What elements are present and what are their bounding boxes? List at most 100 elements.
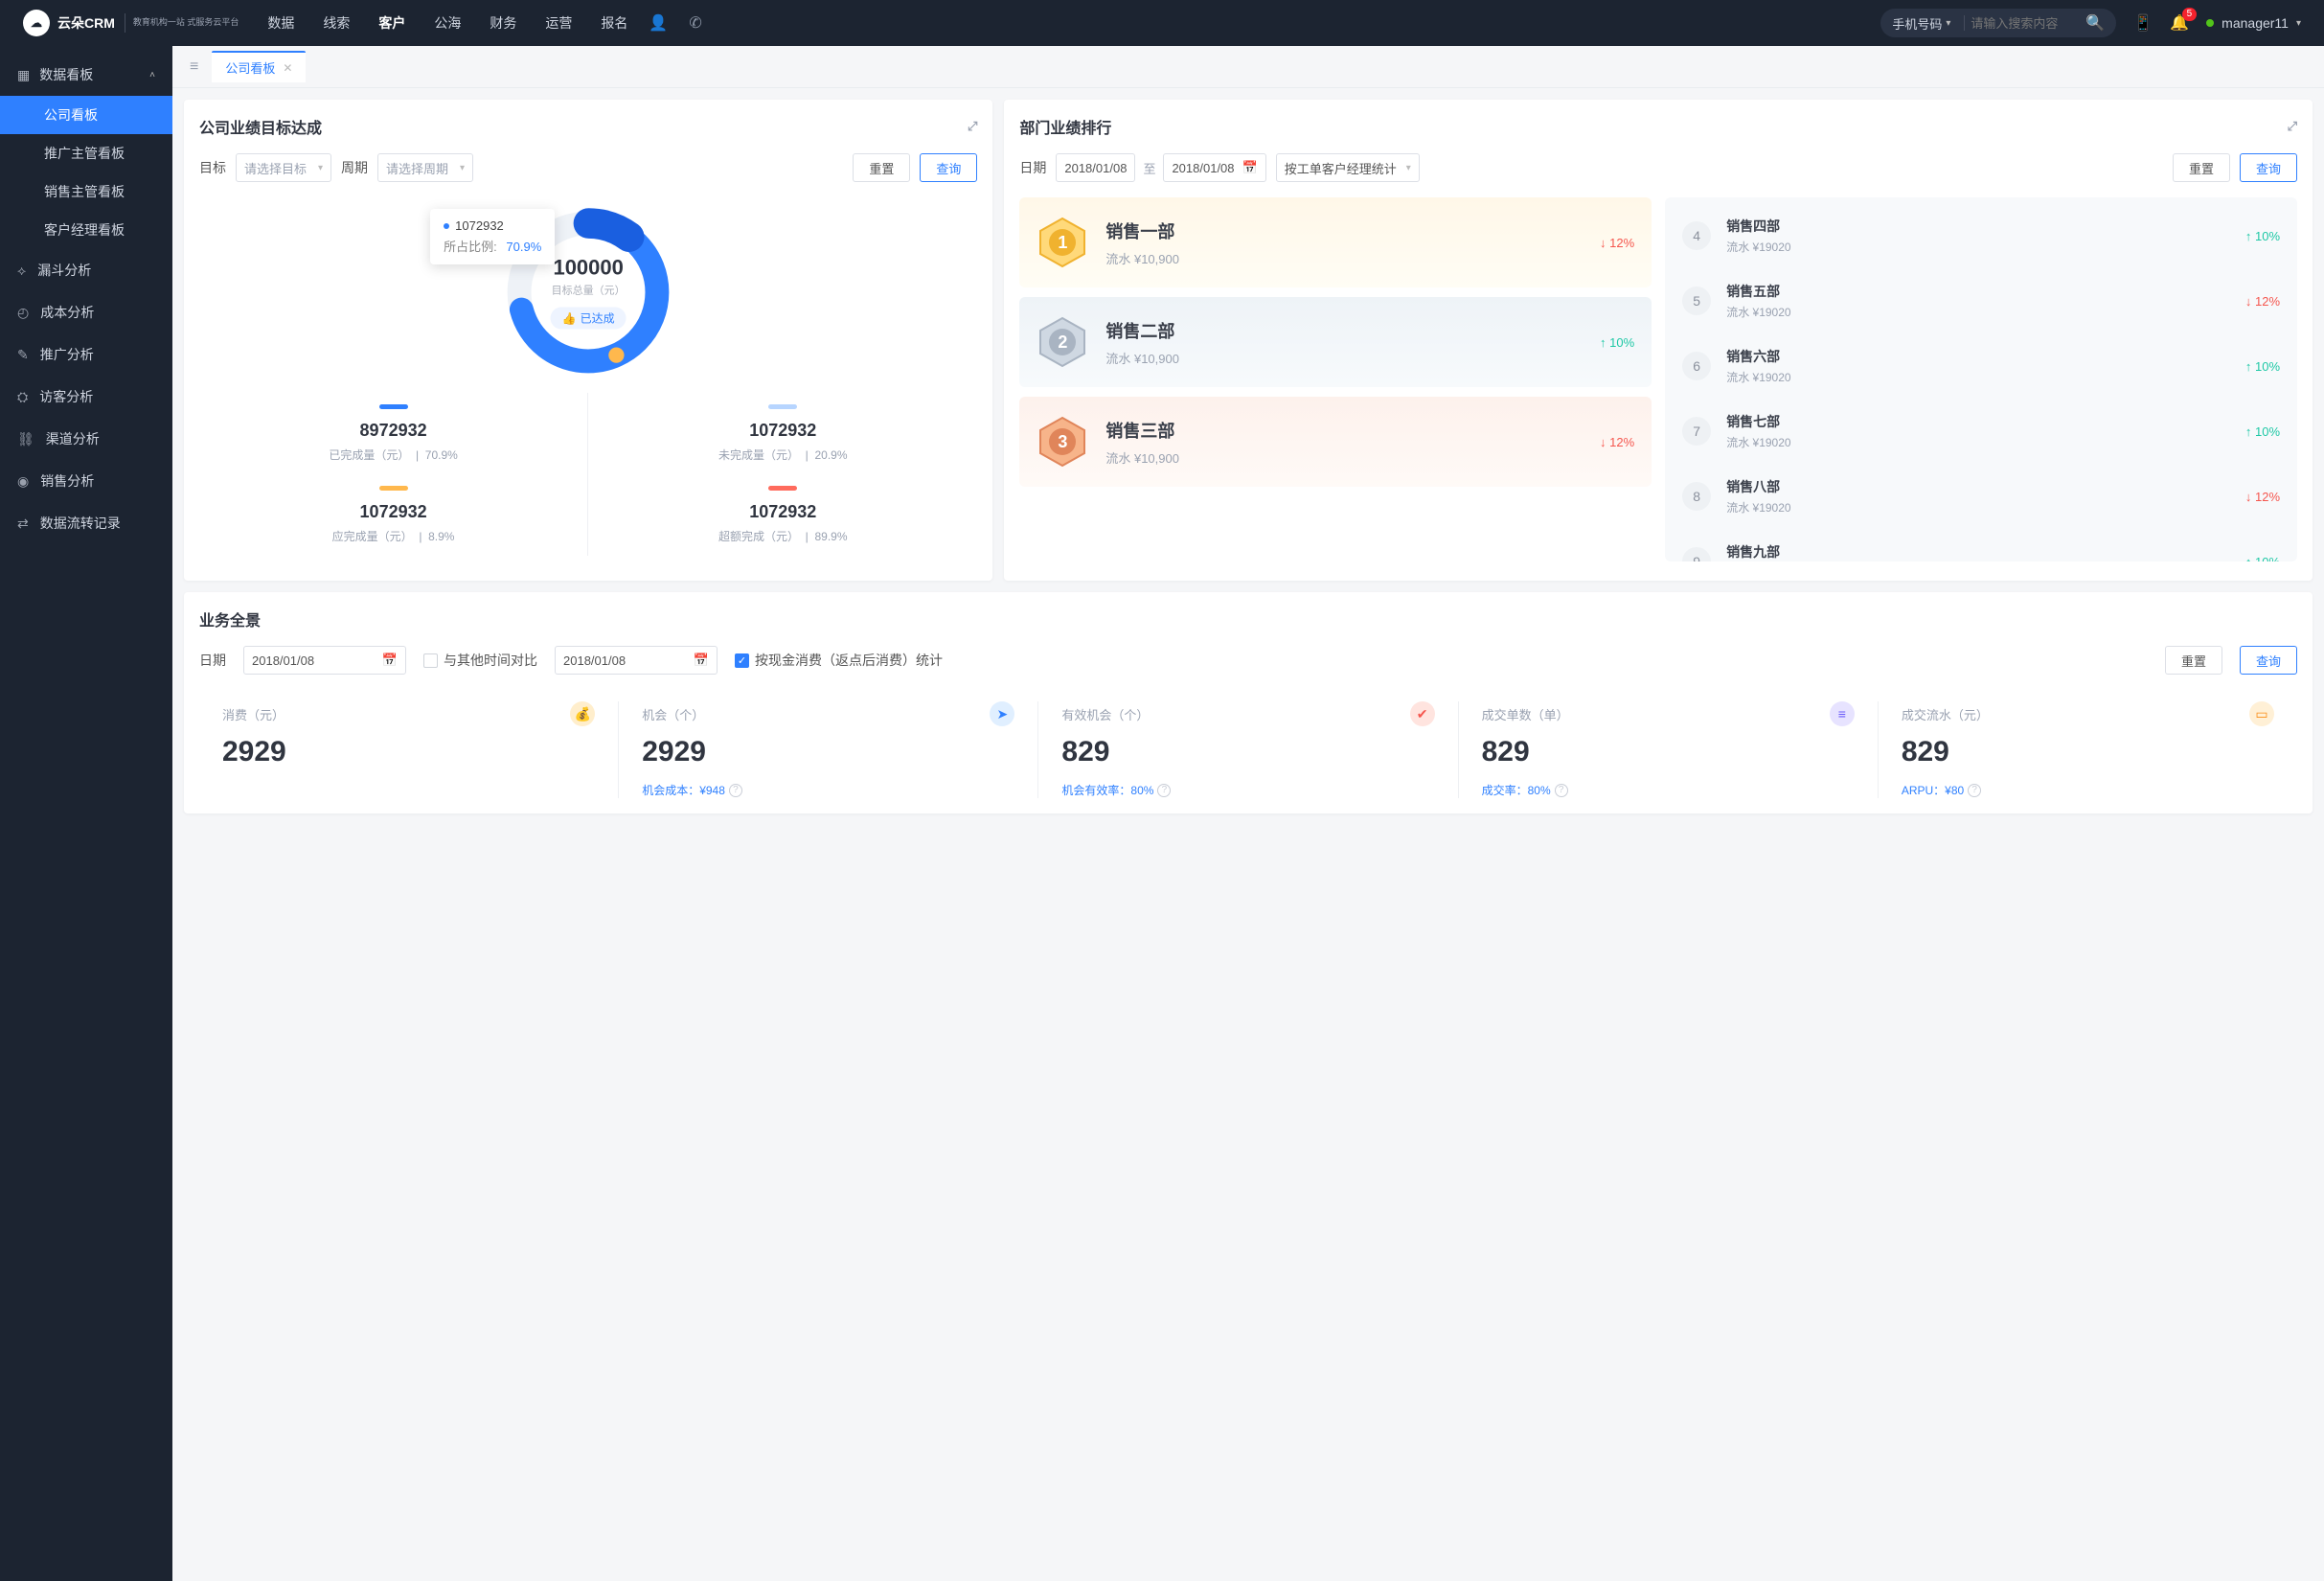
topbar: ☁ 云朵CRM 教育机构一站 式服务云平台 数据 线索 客户 公海 财务 运营 报名 👤 ✆… (0, 0, 2324, 46)
rank-row-6: 6销售六部流水 ¥19020↑ 10% (1665, 333, 2297, 399)
stat-mode-select[interactable]: 按工单客户经理统计▾ (1276, 153, 1420, 182)
medal-1-icon: 1 (1037, 217, 1088, 268)
medal-3-icon: 3 (1037, 416, 1088, 468)
date-to-input[interactable]: 2018/01/08 📅 (1163, 153, 1265, 182)
sidebar-single-0[interactable]: ⟡漏斗分析 (0, 249, 172, 291)
trend-down-icon: ↓ 12% (1600, 435, 1634, 449)
compare-checkbox[interactable]: 与其他时间对比 (423, 651, 537, 670)
medal-2-icon: 2 (1037, 316, 1088, 368)
overview-date2-input[interactable]: 2018/01/08📅 (555, 646, 718, 675)
metric-icon-4: ▭ (2249, 701, 2274, 726)
podium-1: 1销售一部流水 ¥10,900↓ 12% (1019, 197, 1652, 287)
brand-subtitle: 教育机构一站 式服务云平台 (133, 18, 239, 28)
target-select[interactable]: 请选择目标▾ (236, 153, 331, 182)
trend-down-icon: ↓ 12% (1600, 236, 1634, 250)
user-icon[interactable]: 👤 (649, 13, 668, 33)
nav-item-3[interactable]: 公海 (434, 13, 461, 33)
sidebar-single-1[interactable]: ◴成本分析 (0, 291, 172, 333)
status-dot (2206, 19, 2214, 27)
query-button[interactable]: 查询 (2240, 153, 2297, 182)
rank-row-5: 5销售五部流水 ¥19020↓ 12% (1665, 268, 2297, 333)
achieved-badge: 👍已达成 (551, 308, 627, 330)
search-input[interactable] (1971, 16, 2085, 31)
metric-icon-3: ≡ (1830, 701, 1855, 726)
nav-item-6[interactable]: 报名 (601, 13, 627, 33)
sidebar-item-1[interactable]: 推广主管看板 (0, 134, 172, 172)
podium-3: 3销售三部流水 ¥10,900↓ 12% (1019, 397, 1652, 487)
sidebar-single-6[interactable]: ⇄数据流转记录 (0, 502, 172, 544)
calendar-icon: 📅 (382, 653, 398, 668)
mobile-icon[interactable]: 📱 (2133, 13, 2153, 33)
trend-up-icon: ↑ 10% (2245, 359, 2280, 374)
trend-up-icon: ↑ 10% (2245, 555, 2280, 562)
reset-button[interactable]: 重置 (2165, 646, 2222, 675)
metric-1: 机会（个）➤2929机会成本：¥948 ? (619, 701, 1038, 798)
help-icon[interactable]: ? (1157, 784, 1171, 797)
reset-button[interactable]: 重置 (2173, 153, 2230, 182)
search-type-select[interactable]: 手机号码▾ (1884, 14, 1958, 33)
phone-icon[interactable]: ✆ (689, 13, 701, 33)
podium-2: 2销售二部流水 ¥10,900↑ 10% (1019, 297, 1652, 387)
tab-company-board[interactable]: 公司看板 ✕ (212, 51, 306, 82)
top-nav: 数据 线索 客户 公海 财务 运营 报名 (267, 13, 627, 33)
goal-stat-0: 8972932已完成量（元） | 70.9% (199, 393, 588, 474)
nav-item-2[interactable]: 客户 (378, 13, 405, 33)
metric-4: 成交流水（元）▭829ARPU：¥80 ? (1879, 701, 2297, 798)
cash-checkbox[interactable]: 按现金消费（返点后消费）统计 (735, 651, 943, 670)
nav-item-5[interactable]: 运营 (545, 13, 572, 33)
goal-stat-2: 1072932应完成量（元） | 8.9% (199, 474, 588, 556)
rank-card: 部门业绩排行 ⤢ 日期 2018/01/08 至 2018/01/08 📅 按工… (1004, 100, 2313, 581)
date-from-input[interactable]: 2018/01/08 (1056, 153, 1135, 182)
nav-item-1[interactable]: 线索 (323, 13, 350, 33)
sidebar-single-5[interactable]: ◉销售分析 (0, 460, 172, 502)
grid-icon: ▦ (17, 67, 30, 82)
metric-icon-2: ✔ (1410, 701, 1435, 726)
trend-up-icon: ↑ 10% (2245, 424, 2280, 439)
overview-date1-input[interactable]: 2018/01/08📅 (243, 646, 406, 675)
tabs-bar: ≡ 公司看板 ✕ (172, 46, 2324, 88)
search-icon[interactable]: 🔍 (2085, 13, 2105, 33)
calendar-icon: 📅 (1242, 160, 1258, 175)
goal-donut-chart: 1072932 所占比例: 70.9% 100000 目标总量（元） (497, 201, 679, 383)
query-button[interactable]: 查询 (2240, 646, 2297, 675)
goal-stat-1: 1072932未完成量（元） | 20.9% (588, 393, 977, 474)
sidebar-group-databoards[interactable]: ▦数据看板 ˄ (0, 54, 172, 96)
clock-icon: ◴ (17, 305, 29, 321)
nav-item-4[interactable]: 财务 (490, 13, 516, 33)
flow-icon: ⇄ (17, 516, 29, 532)
sidebar-item-3[interactable]: 客户经理看板 (0, 211, 172, 249)
overview-card: 业务全景 日期 2018/01/08📅 与其他时间对比 2018/01/08📅 … (184, 592, 2313, 813)
expand-icon[interactable]: ⤢ (2288, 119, 2297, 134)
reset-button[interactable]: 重置 (853, 153, 910, 182)
headset-icon: ⛭ (17, 389, 28, 405)
username: manager11 (2221, 15, 2289, 31)
goal-card-title: 公司业绩目标达成 (199, 115, 322, 138)
rank-row-8: 8销售八部流水 ¥19020↓ 12% (1665, 464, 2297, 529)
expand-icon[interactable]: ⤢ (968, 119, 977, 134)
help-icon[interactable]: ? (1968, 784, 1981, 797)
funnel-icon: ⟡ (17, 263, 26, 279)
sidebar-single-2[interactable]: ✎推广分析 (0, 333, 172, 376)
sidebar-item-2[interactable]: 销售主管看板 (0, 172, 172, 211)
nav-item-0[interactable]: 数据 (267, 13, 294, 33)
query-button[interactable]: 查询 (920, 153, 977, 182)
close-icon[interactable]: ✕ (283, 61, 292, 75)
sidebar-collapse-icon[interactable]: ≡ (184, 53, 204, 81)
sidebar-single-3[interactable]: ⛭访客分析 (0, 376, 172, 418)
chart-tooltip: 1072932 所占比例: 70.9% (430, 209, 555, 264)
overview-title: 业务全景 (199, 607, 261, 630)
metric-2: 有效机会（个）✔829机会有效率：80% ? (1038, 701, 1458, 798)
user-menu[interactable]: manager11 ▾ (2206, 15, 2301, 31)
calendar-icon: 📅 (694, 653, 709, 668)
metric-3: 成交单数（单）≡829成交率：80% ? (1459, 701, 1879, 798)
thumbs-up-icon: 👍 (562, 311, 577, 325)
sidebar-single-4[interactable]: ⛓渠道分析 (0, 418, 172, 460)
logo[interactable]: ☁ 云朵CRM 教育机构一站 式服务云平台 (23, 10, 239, 36)
sidebar-item-0[interactable]: 公司看板 (0, 96, 172, 134)
help-icon[interactable]: ? (1555, 784, 1568, 797)
help-icon[interactable]: ? (729, 784, 742, 797)
notification-icon[interactable]: 🔔5 (2170, 13, 2189, 33)
metric-icon-1: ➤ (990, 701, 1014, 726)
period-select[interactable]: 请选择周期▾ (377, 153, 473, 182)
goal-stat-3: 1072932超额完成（元） | 89.9% (588, 474, 977, 556)
